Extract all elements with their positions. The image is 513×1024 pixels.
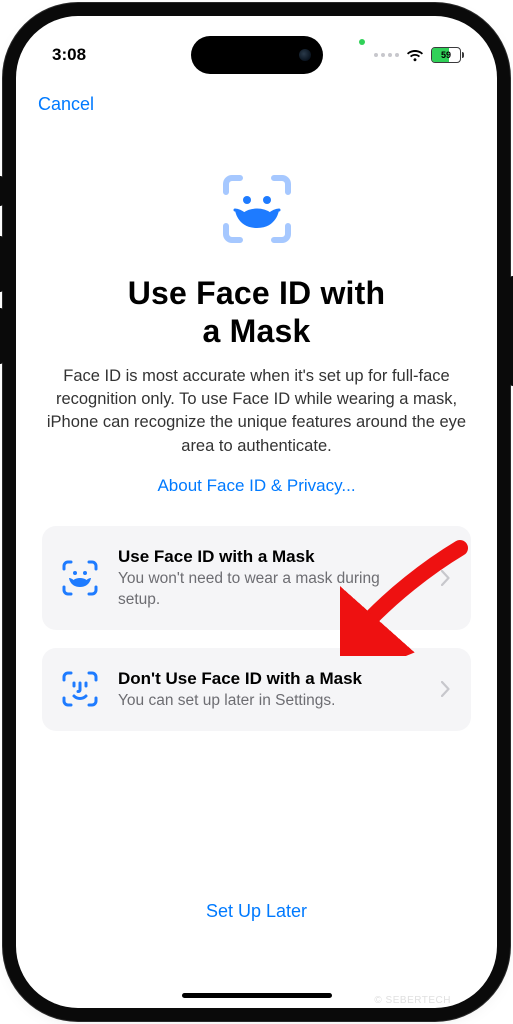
option-title: Don't Use Face ID with a Mask: [118, 668, 425, 689]
face-id-mask-hero-icon: [218, 170, 296, 253]
wifi-icon: [406, 49, 424, 62]
option-dont-use-with-mask[interactable]: Don't Use Face ID with a Mask You can se…: [42, 648, 471, 731]
face-id-icon: [58, 669, 102, 709]
option-subtitle: You can set up later in Settings.: [118, 691, 425, 711]
option-title: Use Face ID with a Mask: [118, 546, 425, 567]
chevron-right-icon: [441, 570, 455, 586]
option-subtitle: You won't need to wear a mask during set…: [118, 569, 425, 609]
chevron-right-icon: [441, 681, 455, 697]
volume-down-button: [0, 308, 3, 364]
volume-up-button: [0, 236, 3, 292]
battery-icon: 59: [431, 47, 461, 63]
iphone-frame: 3:08 59 Cancel: [16, 16, 497, 1008]
status-time: 3:08: [52, 45, 86, 65]
about-privacy-link[interactable]: About Face ID & Privacy...: [157, 476, 355, 496]
status-bar: 3:08 59: [16, 38, 497, 72]
silent-switch: [0, 176, 3, 206]
nav-bar: Cancel: [16, 86, 497, 123]
page-description: Face ID is most accurate when it's set u…: [42, 365, 471, 459]
cellular-icon: [374, 53, 399, 57]
face-id-mask-icon: [58, 558, 102, 598]
cancel-button[interactable]: Cancel: [38, 94, 94, 114]
battery-percent: 59: [432, 48, 460, 62]
recording-indicator-icon: [359, 39, 365, 45]
status-right: 59: [374, 47, 461, 63]
watermark: © SEBERTECH: [374, 995, 451, 1006]
screen: 3:08 59 Cancel: [16, 16, 497, 1008]
home-indicator: [182, 993, 332, 998]
main-content: Use Face ID with a Mask Face ID is most …: [16, 136, 497, 968]
set-up-later-button[interactable]: Set Up Later: [16, 901, 497, 922]
page-title: Use Face ID with a Mask: [128, 275, 386, 351]
option-use-with-mask[interactable]: Use Face ID with a Mask You won't need t…: [42, 526, 471, 630]
